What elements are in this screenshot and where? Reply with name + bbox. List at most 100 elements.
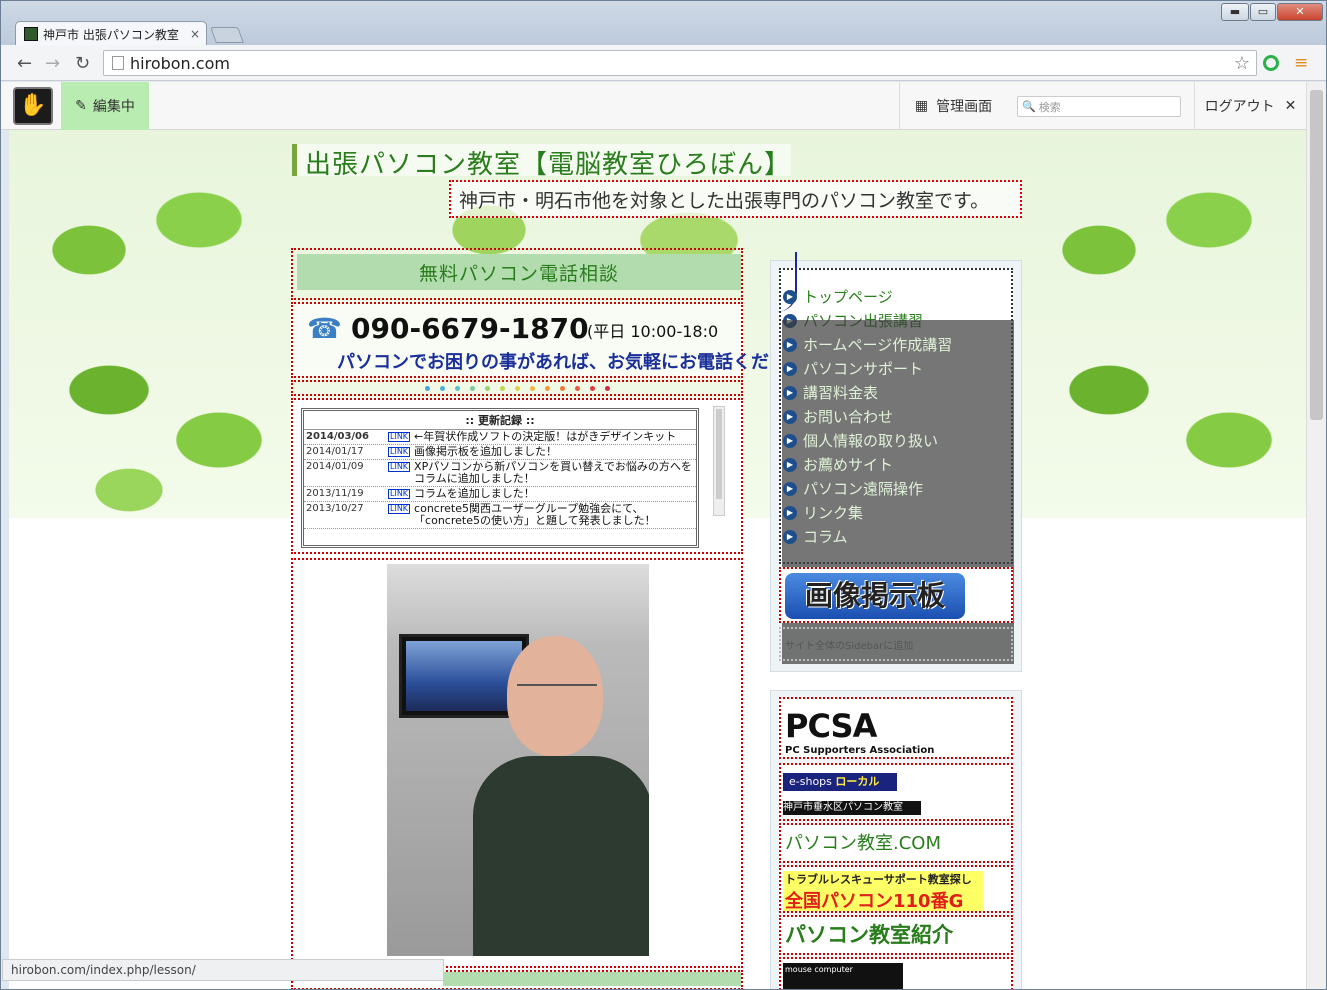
edit-mode-button[interactable]: ✎ 編集中	[61, 82, 149, 130]
mouse-logo: mouse computer	[783, 963, 903, 989]
mouse-computer-banner[interactable]: mouse computer	[779, 957, 1013, 989]
pckyoshitsu-banner[interactable]: パソコン教室.COM	[779, 823, 1013, 863]
cms-search-input[interactable]: 🔍 検索	[1017, 96, 1181, 117]
news-row[interactable]: 2013/10/27 LINK concrete5関西ユーザーグループ勉強会にて…	[304, 502, 696, 529]
nav-label[interactable]: コラム	[803, 526, 848, 547]
add-to-sidebar-note[interactable]: サイト全体のSidebarに追加	[779, 627, 1013, 661]
close-icon: ✕	[1284, 98, 1297, 114]
forward-arrow-icon[interactable]: →	[45, 53, 60, 74]
link-badge[interactable]: LINK	[388, 462, 411, 472]
bullet-play-icon: ▶	[783, 433, 797, 448]
nav-label[interactable]: リンク集	[803, 502, 863, 523]
close-window-button[interactable]: ✕	[1277, 3, 1323, 21]
logout-button[interactable]: ログアウト ✕	[1194, 82, 1306, 130]
link-badge[interactable]: LINK	[388, 432, 411, 442]
bullet-play-icon: ▶	[783, 481, 797, 496]
bullet-play-icon: ▶	[783, 409, 797, 424]
nav-item[interactable]: ▶ 講習料金表	[783, 382, 878, 403]
bookmark-star-icon[interactable]: ☆	[1234, 53, 1250, 74]
eshops-bottom: 神戸市垂水区パソコン教室	[783, 801, 921, 815]
link-badge[interactable]: LINK	[388, 447, 411, 457]
back-arrow-icon[interactable]: ←	[17, 53, 32, 74]
bullet-play-icon: ▶	[783, 361, 797, 376]
tab-close-icon[interactable]: ×	[184, 27, 206, 41]
tab-title: 神戸市 出張パソコン教室	[43, 27, 179, 42]
eshops-banner[interactable]: e-shops ローカル 神戸市垂水区パソコン教室	[779, 763, 1013, 821]
nav-item[interactable]: ▶ ホームページ作成講習	[783, 334, 952, 355]
page-scrollbar[interactable]	[1306, 82, 1326, 989]
divider-dot	[574, 385, 580, 391]
browser-menu-icon[interactable]: ≡	[1294, 53, 1308, 73]
divider-dot	[544, 385, 550, 391]
nav-label[interactable]: 個人情報の取り扱い	[803, 430, 938, 451]
nav-label[interactable]: お問い合わせ	[803, 406, 893, 427]
nav-label[interactable]: パソコン遠隔操作	[803, 478, 923, 499]
pcsa-banner[interactable]: PCSA PC Supporters Association	[779, 697, 1013, 759]
news-table: :: 更新記録 :: 2014/03/06 LINK ←年賀状作成ソフトの決定版…	[301, 408, 699, 548]
bbs-banner[interactable]: 画像掲示板	[785, 573, 965, 619]
link-badge[interactable]: LINK	[388, 504, 411, 514]
divider-dot	[454, 385, 460, 391]
nav-item[interactable]: ▶ パソコンサポート	[783, 358, 923, 379]
bullet-play-icon: ▶	[783, 529, 797, 544]
nav-label[interactable]: トップページ	[803, 286, 893, 307]
nav-item[interactable]: ▶ お薦めサイト	[783, 454, 893, 475]
sidebar-nav: ▶トップページ ▶パソコン出張講習 ▶ホームページ作成講習 ▶パソコンサポート …	[779, 252, 1014, 664]
extension-icon[interactable]	[1263, 55, 1279, 71]
news-scrollbar[interactable]	[713, 406, 725, 516]
news-text[interactable]: 画像掲示板を追加しました！	[414, 446, 694, 458]
edit-mode-label: 編集中	[92, 99, 135, 115]
maximize-button[interactable]: ▭	[1250, 3, 1276, 21]
divider-dot	[604, 385, 610, 391]
news-row[interactable]: 2014/03/06 LINK ←年賀状作成ソフトの決定版！はがきデザインキット	[304, 430, 696, 445]
nav-label[interactable]: 講習料金表	[803, 382, 878, 403]
photo-block	[291, 558, 743, 968]
dashboard-button[interactable]: ▦ 管理画面	[899, 82, 1007, 130]
dashboard-label: 管理画面	[936, 99, 993, 115]
phone-note: パソコンでお困りの事があれば、お気軽にお電話ください。	[337, 352, 823, 373]
person-image	[473, 636, 649, 956]
site-title: 出張パソコン教室【電脳教室ひろぼん】	[292, 144, 792, 180]
nav-item[interactable]: ▶ 個人情報の取り扱い	[783, 430, 938, 451]
bbs-banner-block: 画像掲示板	[779, 567, 1013, 623]
nav-item[interactable]: ▶ パソコン遠隔操作	[783, 478, 923, 499]
news-date: 2014/03/06	[306, 431, 369, 442]
news-text[interactable]: コラムを追加しました！	[414, 488, 694, 500]
bullet-play-icon: ▶	[783, 289, 797, 304]
page-icon	[112, 56, 124, 70]
pcsa-subtitle: PC Supporters Association	[785, 745, 935, 756]
bullet-play-icon: ▶	[783, 505, 797, 520]
nav-label[interactable]: パソコンサポート	[803, 358, 923, 379]
nav-item[interactable]: ▶ コラム	[783, 526, 848, 547]
cms-toolbar: ✋ ✎ 編集中 ▦ 管理画面 🔍 検索 ログアウト ✕	[1, 82, 1306, 130]
trouble-rescue-banner[interactable]: トラブルレスキューサポート教室探し 全国パソコン110番G	[779, 865, 1013, 913]
nav-item[interactable]: ▶ お問い合わせ	[783, 406, 893, 427]
news-text[interactable]: ←年賀状作成ソフトの決定版！はがきデザインキット	[414, 431, 694, 443]
nav-item[interactable]: ▶ リンク集	[783, 502, 863, 523]
bullet-play-icon: ▶	[783, 385, 797, 400]
shokai-banner[interactable]: パソコン教室紹介	[779, 915, 1013, 955]
news-row[interactable]: 2013/11/19 LINK コラムを追加しました！	[304, 487, 696, 502]
news-text[interactable]: XPパソコンから新パソコンを買い替えでお悩みの方へをコラムに追加しました！	[414, 461, 694, 485]
reload-icon[interactable]: ↻	[75, 53, 90, 74]
new-tab-button[interactable]	[210, 27, 244, 43]
news-date: 2013/11/19	[306, 488, 364, 499]
browser-tab[interactable]: 神戸市 出張パソコン教室 ×	[15, 21, 207, 46]
news-row[interactable]: 2014/01/09 LINK XPパソコンから新パソコンを買い替えでお悩みの方…	[304, 460, 696, 487]
nav-label[interactable]: お薦めサイト	[803, 454, 893, 475]
minimize-button[interactable]: ▬	[1221, 3, 1249, 21]
news-row[interactable]: 2014/01/17 LINK 画像掲示板を追加しました！	[304, 445, 696, 460]
nav-item[interactable]: ▶ トップページ	[783, 286, 893, 307]
sidebar-nav-panel: ▶トップページ ▶パソコン出張講習 ▶ホームページ作成講習 ▶パソコンサポート …	[770, 252, 1022, 672]
divider-dot	[529, 385, 535, 391]
nav-label[interactable]: ホームページ作成講習	[803, 334, 952, 355]
sidebar-banners-panel: PCSA PC Supporters Association e-shops ロ…	[770, 690, 1022, 989]
scrollbar-thumb[interactable]	[1310, 90, 1323, 420]
eshops-top: e-shops ローカル	[783, 773, 897, 791]
concrete5-logo-icon[interactable]: ✋	[13, 87, 53, 125]
news-text[interactable]: concrete5関西ユーザーグループ勉強会にて、「concrete5の使い方」…	[414, 503, 694, 527]
site-favicon-icon	[24, 27, 38, 41]
site-subtitle: 神戸市・明石市他を対象とした出張専門のパソコン教室です。	[449, 180, 1022, 218]
address-bar[interactable]: hirobon.com ☆	[103, 50, 1257, 76]
link-badge[interactable]: LINK	[388, 489, 411, 499]
